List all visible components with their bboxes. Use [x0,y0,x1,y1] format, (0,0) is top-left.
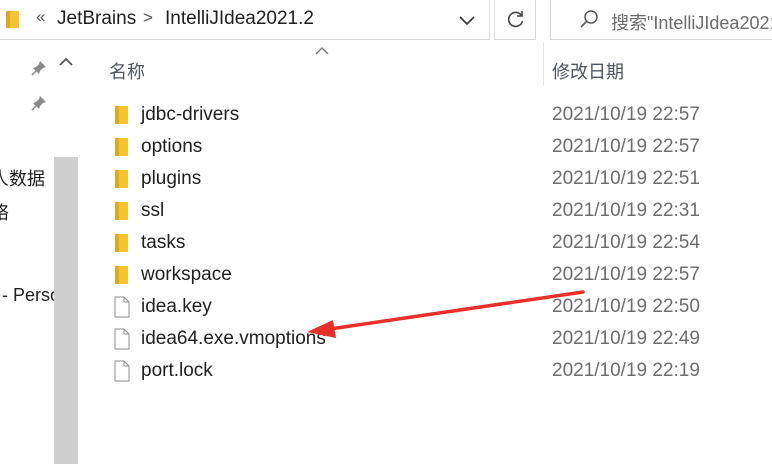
file-list: 名称 修改日期 jdbc-drivers 2021/10/19 22:57 op… [80,42,772,464]
column-header-name[interactable]: 名称 [109,58,145,84]
file-modified-date: 2021/10/19 22:31 [552,200,700,221]
breadcrumb-separator-icon[interactable]: > [143,8,153,28]
list-item-options[interactable]: options 2021/10/19 22:57 [80,131,772,163]
chevron-down-icon[interactable] [455,9,479,31]
refresh-button[interactable] [494,0,536,40]
list-item-idea64-vmoptions[interactable]: idea64.exe.vmoptions 2021/10/19 22:49 [80,323,772,355]
list-item-workspace[interactable]: workspace 2021/10/19 22:57 [80,259,772,291]
pin-icon[interactable] [31,60,47,76]
file-name: options [141,136,203,157]
search-input[interactable]: 搜索"IntelliJIdea2021.2" [550,0,772,40]
file-name: plugins [141,168,202,189]
address-bar[interactable]: « JetBrains > IntelliJIdea2021.2 [0,0,490,40]
breadcrumb-jetbrains[interactable]: JetBrains [57,8,136,30]
folder-icon [115,106,128,124]
folder-icon [115,266,128,284]
navigation-pane: 人数据 络 - Perso [0,42,80,464]
file-name: idea64.exe.vmoptions [141,328,326,349]
nav-item-data[interactable]: 人数据 [0,165,45,191]
scroll-up-icon[interactable] [57,54,75,70]
nav-item-personal[interactable]: - Perso [2,285,60,306]
file-name: workspace [141,264,232,285]
search-icon [580,10,598,28]
sort-ascending-icon [315,47,329,55]
file-name: ssl [141,200,165,221]
address-overflow-chevron[interactable]: « [36,7,45,27]
file-modified-date: 2021/10/19 22:51 [552,168,700,189]
list-item-tasks[interactable]: tasks 2021/10/19 22:54 [80,227,772,259]
file-modified-date: 2021/10/19 22:19 [552,360,700,381]
folder-icon [115,202,128,220]
file-name: jdbc-drivers [141,104,240,125]
file-icon [114,360,130,382]
file-name: port.lock [141,360,213,381]
nav-item-network[interactable]: 络 [0,199,9,225]
file-name: idea.key [141,296,212,317]
file-modified-date: 2021/10/19 22:49 [552,328,700,349]
address-toolbar: « JetBrains > IntelliJIdea2021.2 搜索"Inte… [0,0,772,42]
list-item-idea-key[interactable]: idea.key 2021/10/19 22:50 [80,291,772,323]
file-name: tasks [141,232,186,253]
breadcrumb-intellijidea[interactable]: IntelliJIdea2021.2 [165,8,314,30]
folder-icon [115,170,128,188]
file-modified-date: 2021/10/19 22:54 [552,232,700,253]
file-modified-date: 2021/10/19 22:50 [552,296,700,317]
column-divider[interactable] [543,42,544,86]
folder-icon [115,138,128,156]
file-icon [114,296,130,318]
list-item-plugins[interactable]: plugins 2021/10/19 22:51 [80,163,772,195]
scrollbar-thumb[interactable] [54,157,78,464]
file-modified-date: 2021/10/19 22:57 [552,136,700,157]
list-item-port-lock[interactable]: port.lock 2021/10/19 22:19 [80,355,772,387]
list-item-ssl[interactable]: ssl 2021/10/19 22:31 [80,195,772,227]
refresh-icon [507,11,524,28]
file-modified-date: 2021/10/19 22:57 [552,264,700,285]
pin-icon[interactable] [31,95,47,111]
list-item-jdbc-drivers[interactable]: jdbc-drivers 2021/10/19 22:57 [80,99,772,131]
folder-icon [115,234,128,252]
search-placeholder: 搜索"IntelliJIdea2021.2" [611,13,772,33]
file-icon [114,328,130,350]
column-header-modified[interactable]: 修改日期 [552,58,624,84]
file-modified-date: 2021/10/19 22:57 [552,104,700,125]
folder-icon [6,11,19,28]
